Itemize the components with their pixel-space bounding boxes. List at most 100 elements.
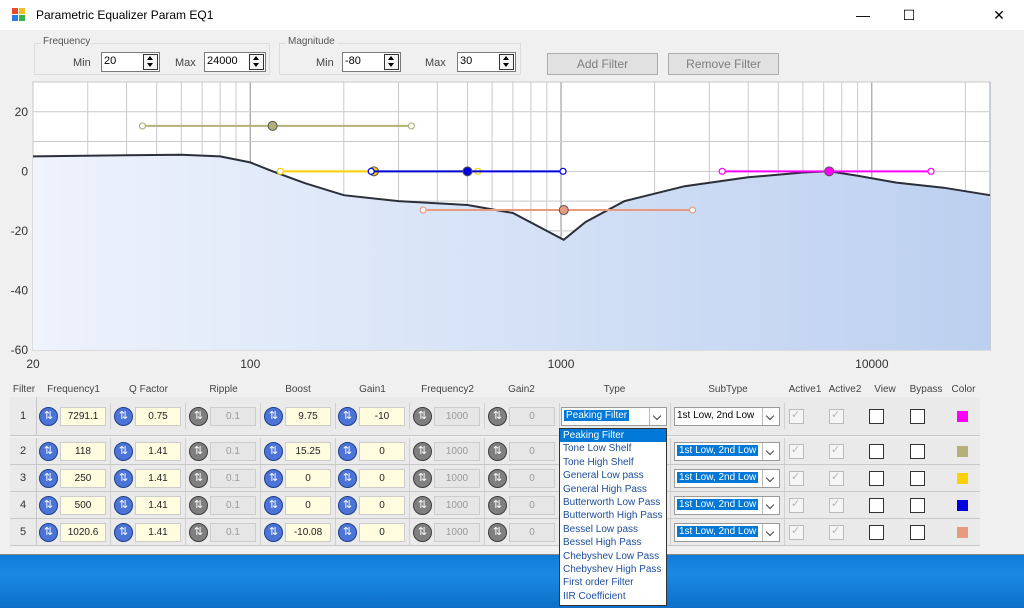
type-option[interactable]: Tone High Shelf [560,456,666,469]
knob-icon[interactable] [264,407,283,426]
knob-icon[interactable] [488,442,507,461]
spinner-arrows-icon[interactable] [384,54,399,70]
knob-icon[interactable] [189,469,208,488]
bandwidth-handle-high[interactable] [688,206,697,214]
knob-icon[interactable] [338,469,357,488]
q-factor-field[interactable]: 0.75 [135,407,181,426]
knob-icon[interactable] [114,407,133,426]
active2-checkbox[interactable] [829,470,844,486]
column-header-active2[interactable]: Active2 [825,384,865,398]
maximize-button[interactable]: ☐ [886,0,932,30]
type-option[interactable]: Chebyshev High Pass [560,563,666,576]
knob-icon[interactable] [488,407,507,426]
bandwidth-handle-low[interactable] [419,206,427,214]
q-factor-field[interactable]: 1.41 [135,523,181,542]
frequency1-field[interactable]: 1020.6 [60,523,106,542]
row-number[interactable]: 4 [10,492,37,518]
magnitude-max-spinner[interactable]: 30 [457,52,516,72]
bandwidth-handle-low[interactable] [276,167,284,175]
knob-icon[interactable] [39,469,58,488]
knob-icon[interactable] [413,523,432,542]
filter-center-handle[interactable] [267,120,278,131]
q-factor-field[interactable]: 1.41 [135,442,181,461]
subtype-combobox[interactable]: 1st Low, 2nd Low [674,442,780,461]
type-option[interactable]: Tone Low Shelf [560,442,666,455]
knob-icon[interactable] [39,523,58,542]
knob-icon[interactable] [264,469,283,488]
column-header-bypass[interactable]: Bypass [905,384,947,398]
knob-icon[interactable] [338,442,357,461]
knob-icon[interactable] [264,523,283,542]
type-combobox[interactable]: Peaking Filter [561,407,667,426]
active1-checkbox[interactable] [789,524,804,540]
color-swatch[interactable] [957,411,968,422]
type-option[interactable]: Bessel Low pass [560,523,666,536]
row-number[interactable]: 5 [10,519,37,545]
knob-icon[interactable] [189,442,208,461]
q-factor-field[interactable]: 1.41 [135,469,181,488]
spinner-arrows-icon[interactable] [499,54,514,70]
bandwidth-handle-high[interactable] [559,167,567,175]
knob-icon[interactable] [114,523,133,542]
knob-icon[interactable] [338,523,357,542]
subtype-combobox[interactable]: 1st Low, 2nd Low [674,407,780,426]
chevron-down-icon[interactable] [649,408,666,425]
knob-icon[interactable] [413,496,432,515]
knob-icon[interactable] [488,496,507,515]
bypass-checkbox[interactable] [910,444,925,459]
view-checkbox[interactable] [869,471,884,486]
type-option[interactable]: Butterworth Low Pass [560,496,666,509]
bypass-checkbox[interactable] [910,471,925,486]
knob-icon[interactable] [39,407,58,426]
type-option[interactable]: General High Pass [560,483,666,496]
frequency1-field[interactable]: 7291.1 [60,407,106,426]
column-header-boost[interactable]: Boost [261,384,335,398]
bandwidth-handle-low[interactable] [138,122,147,130]
column-header-type[interactable]: Type [558,384,671,398]
knob-icon[interactable] [189,523,208,542]
row-number[interactable]: 2 [10,438,37,464]
filter-center-handle[interactable] [558,205,569,216]
gain1-field[interactable]: -10 [359,407,405,426]
filter-row[interactable]: 5 1020.6 1.41 0.1 -10.08 0 1000 0 1st Low, 2nd L… [10,519,980,546]
bypass-checkbox[interactable] [910,525,925,540]
add-filter-button[interactable]: Add Filter [547,53,658,75]
eq-response-chart[interactable]: 20 100 1000 10000 20 0 -20 -40 -60 [0,80,1010,375]
bypass-checkbox[interactable] [910,498,925,513]
color-swatch[interactable] [957,473,968,484]
subtype-combobox[interactable]: 1st Low, 2nd Low [674,496,780,515]
filter-center-handle[interactable] [824,166,835,177]
color-swatch[interactable] [957,527,968,538]
filter-center-handle[interactable] [462,166,473,177]
chevron-down-icon[interactable] [762,497,779,514]
active2-checkbox[interactable] [829,524,844,540]
column-header-view[interactable]: View [865,384,905,398]
bypass-checkbox[interactable] [910,409,925,424]
frequency-min-spinner[interactable]: 20 [101,52,160,72]
frequency1-field[interactable]: 500 [60,496,106,515]
knob-icon[interactable] [189,407,208,426]
knob-icon[interactable] [338,407,357,426]
magnitude-min-spinner[interactable]: -80 [342,52,401,72]
filter-row[interactable]: 4 500 1.41 0.1 0 0 1000 0 1st Low, 2nd Low [10,492,980,519]
type-option[interactable]: Peaking Filter [560,429,666,443]
boost-field[interactable]: 0 [285,469,331,488]
column-header-color[interactable]: Color [947,384,980,398]
gain1-field[interactable]: 0 [359,442,405,461]
chevron-down-icon[interactable] [762,443,779,460]
knob-icon[interactable] [338,496,357,515]
color-swatch[interactable] [957,446,968,457]
filter-row[interactable]: 2 118 1.41 0.1 15.25 0 1000 0 1st Low, 2nd Low [10,438,980,465]
frequency1-field[interactable]: 250 [60,469,106,488]
chevron-down-icon[interactable] [762,524,779,541]
knob-icon[interactable] [264,442,283,461]
type-option[interactable]: Butterworth High Pass [560,509,666,522]
boost-field[interactable]: -10.08 [285,523,331,542]
type-option[interactable]: First order Filter [560,576,666,589]
active2-checkbox[interactable] [829,497,844,513]
knob-icon[interactable] [114,442,133,461]
column-header-q-factor[interactable]: Q Factor [111,384,186,398]
column-header-gain2[interactable]: Gain2 [485,384,558,398]
q-factor-field[interactable]: 1.41 [135,496,181,515]
column-header-subtype[interactable]: SubType [671,384,785,398]
